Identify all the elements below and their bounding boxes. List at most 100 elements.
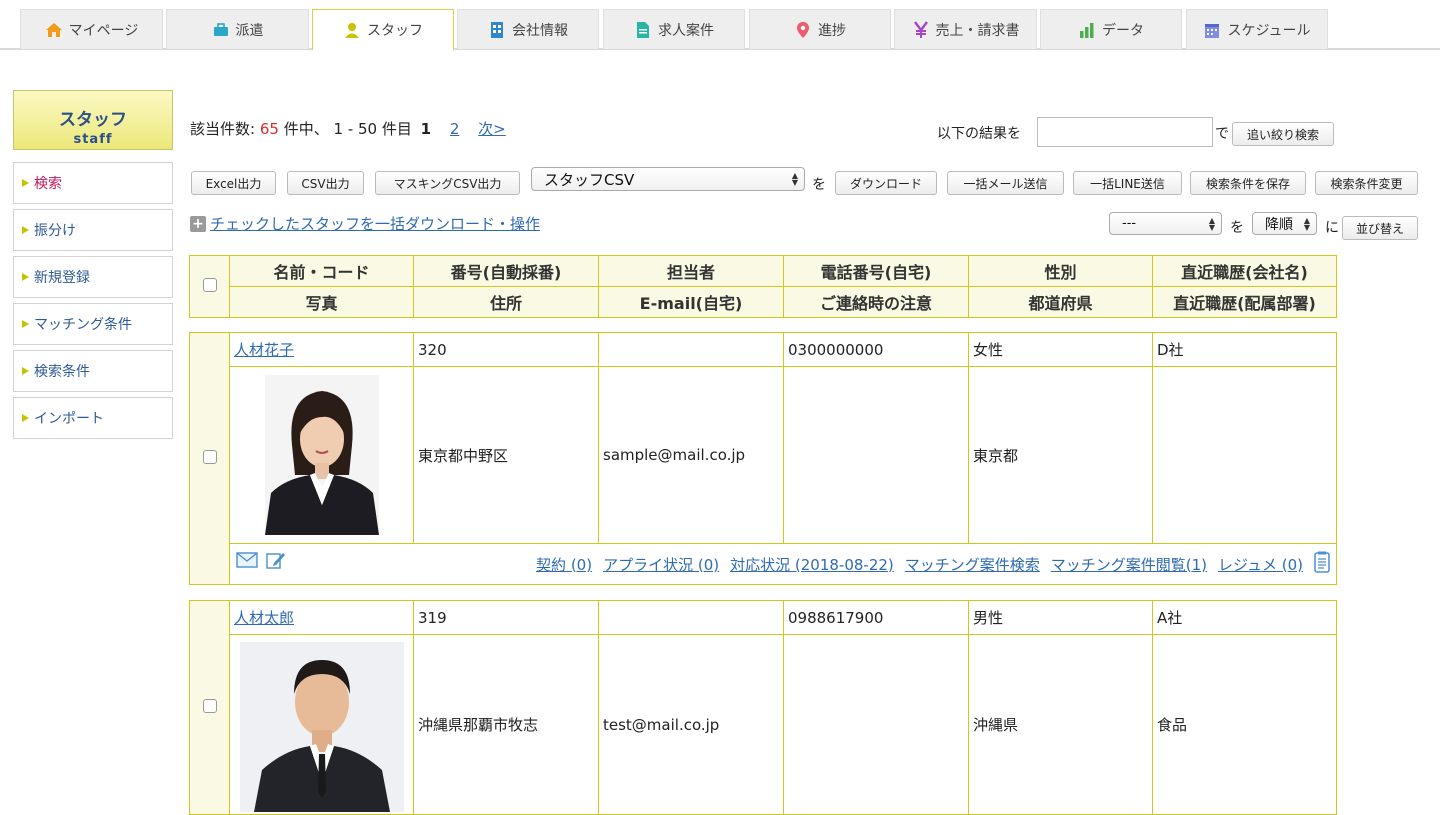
plus-icon: + bbox=[190, 215, 206, 232]
staff-action-links: 契約 (0) アプライ状況 (0) 対応状況 (2018-08-22) マッチン… bbox=[234, 551, 1332, 577]
result-count-number: 65 bbox=[259, 120, 279, 138]
tab-progress[interactable]: 進捗 bbox=[749, 9, 891, 49]
matching-job-search-link[interactable]: マッチング案件検索 bbox=[905, 554, 1040, 575]
column-header: 性別 bbox=[968, 255, 1153, 287]
resume-document-icon[interactable] bbox=[1314, 551, 1330, 577]
sort-field-selected: --- bbox=[1122, 216, 1137, 231]
tab-label: マイページ bbox=[68, 22, 139, 39]
download-button[interactable]: ダウンロード bbox=[835, 171, 937, 195]
column-header: 住所 bbox=[413, 286, 599, 318]
resume-link[interactable]: レジュメ (0) bbox=[1218, 554, 1303, 575]
sidebar-item-label: 新規登録 bbox=[34, 270, 90, 286]
pagination-next[interactable]: 次> bbox=[478, 120, 506, 138]
sidebar-item-import[interactable]: インポート bbox=[13, 397, 173, 439]
matching-job-view-link[interactable]: マッチング案件閲覧(1) bbox=[1051, 554, 1207, 575]
pagination-page-2[interactable]: 2 bbox=[450, 120, 460, 138]
edit-icon[interactable] bbox=[266, 551, 286, 573]
staff-prefecture: 沖縄県 bbox=[968, 634, 1153, 815]
tab-label: 売上・請求書 bbox=[935, 22, 1020, 39]
staff-address: 沖縄県那覇市牧志 bbox=[413, 634, 599, 815]
tab-label: 求人案件 bbox=[658, 22, 714, 39]
triangle-right-icon bbox=[22, 226, 29, 234]
sidebar-item-label: 振分け bbox=[34, 223, 76, 239]
contracts-link[interactable]: 契約 (0) bbox=[536, 554, 592, 575]
tab-job-listings[interactable]: 求人案件 bbox=[603, 9, 745, 49]
triangle-right-icon bbox=[22, 367, 29, 375]
refine-search-button[interactable]: 追い絞り検索 bbox=[1232, 122, 1334, 146]
sidebar-section-header: スタッフ staff bbox=[13, 90, 173, 150]
sidebar-item-search-conditions[interactable]: 検索条件 bbox=[13, 350, 173, 392]
row-select-cell bbox=[189, 600, 230, 815]
bulk-mail-button[interactable]: 一括メール送信 bbox=[947, 171, 1064, 195]
row-checkbox[interactable] bbox=[202, 449, 217, 464]
column-header: E-mail(自宅) bbox=[598, 286, 784, 318]
csv-export-button[interactable]: CSV出力 bbox=[287, 171, 364, 195]
tab-label: データ bbox=[1102, 22, 1144, 39]
refine-label-de: で bbox=[1215, 126, 1229, 142]
column-header: 都道府県 bbox=[968, 286, 1153, 318]
result-count: 該当件数: 65 件中、 1 - 50 件目 1 2 次> bbox=[190, 118, 506, 139]
calendar-icon bbox=[1203, 21, 1221, 39]
row-checkbox[interactable] bbox=[202, 698, 217, 713]
sidebar-item-search[interactable]: 検索 bbox=[13, 162, 173, 204]
refine-search-input[interactable] bbox=[1037, 117, 1213, 147]
result-count-suffix: 件中、 1 - 50 件目 bbox=[283, 120, 412, 138]
sidebar-item-new-registration[interactable]: 新規登録 bbox=[13, 256, 173, 298]
sort-order-select[interactable]: 降順 ▲ ▼ bbox=[1252, 212, 1317, 235]
select-arrows-icon: ▲ ▼ bbox=[1303, 215, 1310, 232]
select-all-checkbox[interactable] bbox=[202, 278, 217, 292]
save-search-button[interactable]: 検索条件を保存 bbox=[1190, 171, 1306, 195]
staff-name-link[interactable]: 人材花子 bbox=[234, 341, 294, 359]
sidebar-item-assign[interactable]: 振分け bbox=[13, 209, 173, 251]
staff-department bbox=[1152, 366, 1337, 544]
staff-department: 食品 bbox=[1152, 634, 1337, 815]
person-icon bbox=[343, 21, 361, 39]
csv-type-select[interactable]: スタッフCSV ▲ ▼ bbox=[531, 167, 805, 191]
staff-record: 人材太郎 319 0988617900 男性 A社 沖縄県那覇市牧志 test@… bbox=[189, 600, 1337, 815]
change-search-button[interactable]: 検索条件変更 bbox=[1315, 171, 1418, 195]
tab-label: 会社情報 bbox=[512, 22, 568, 39]
sort-button[interactable]: 並び替え bbox=[1342, 216, 1418, 240]
masking-csv-export-button[interactable]: マスキングCSV出力 bbox=[375, 171, 520, 195]
staff-actions-left bbox=[236, 551, 286, 573]
column-header: 番号(自動採番) bbox=[413, 255, 599, 287]
staff-contact-note bbox=[783, 366, 969, 544]
staff-company: A社 bbox=[1152, 600, 1337, 635]
staff-photo[interactable] bbox=[264, 375, 379, 535]
excel-export-button[interactable]: Excel出力 bbox=[191, 171, 276, 195]
tab-label: 進捗 bbox=[818, 22, 846, 39]
tab-company-info[interactable]: 会社情報 bbox=[457, 9, 599, 49]
tab-label: スケジュール bbox=[1227, 22, 1311, 39]
staff-phone: 0988617900 bbox=[783, 600, 969, 635]
bulk-operation-link[interactable]: + チェックしたスタッフを一括ダウンロード・操作 bbox=[190, 213, 540, 234]
tab-label: スタッフ bbox=[367, 22, 423, 39]
triangle-right-icon bbox=[22, 320, 29, 328]
tab-sales-invoices[interactable]: 売上・請求書 bbox=[894, 9, 1037, 49]
bulk-operation-label: チェックしたスタッフを一括ダウンロード・操作 bbox=[210, 215, 541, 233]
select-arrows-icon: ▲ ▼ bbox=[1208, 215, 1215, 232]
staff-company: D社 bbox=[1152, 332, 1337, 367]
main-tab-bar: マイページ 派遣 スタッフ 会社情報 求人案件 進捗 売上・請求書 データ スケ… bbox=[0, 0, 1440, 51]
sidebar-title: スタッフ bbox=[59, 110, 127, 130]
document-icon bbox=[634, 21, 652, 39]
map-pin-icon bbox=[794, 21, 812, 39]
tab-schedule[interactable]: スケジュール bbox=[1186, 9, 1328, 49]
select-arrows-icon: ▲ ▼ bbox=[791, 171, 798, 187]
tab-staff[interactable]: スタッフ bbox=[312, 9, 454, 51]
response-status-link[interactable]: 対応状況 (2018-08-22) bbox=[730, 554, 894, 575]
apply-status-link[interactable]: アプライ状況 (0) bbox=[603, 554, 719, 575]
sidebar-item-matching-conditions[interactable]: マッチング条件 bbox=[13, 303, 173, 345]
sort-label-ni: に bbox=[1325, 220, 1339, 236]
tab-label: 派遣 bbox=[235, 22, 264, 39]
tab-mypage[interactable]: マイページ bbox=[20, 9, 163, 49]
briefcase-icon bbox=[212, 21, 230, 39]
staff-photo[interactable] bbox=[239, 641, 404, 812]
tab-haken[interactable]: 派遣 bbox=[166, 9, 309, 49]
home-icon bbox=[45, 21, 63, 39]
bulk-line-button[interactable]: 一括LINE送信 bbox=[1073, 171, 1182, 195]
staff-name-link[interactable]: 人材太郎 bbox=[234, 609, 294, 627]
mail-icon[interactable] bbox=[236, 552, 258, 572]
tab-data[interactable]: データ bbox=[1040, 9, 1182, 49]
sort-field-select[interactable]: --- ▲ ▼ bbox=[1109, 212, 1222, 235]
results-header-table: 名前・コード 番号(自動採番) 担当者 電話番号(自宅) 性別 直近職歴(会社名… bbox=[189, 255, 1337, 318]
